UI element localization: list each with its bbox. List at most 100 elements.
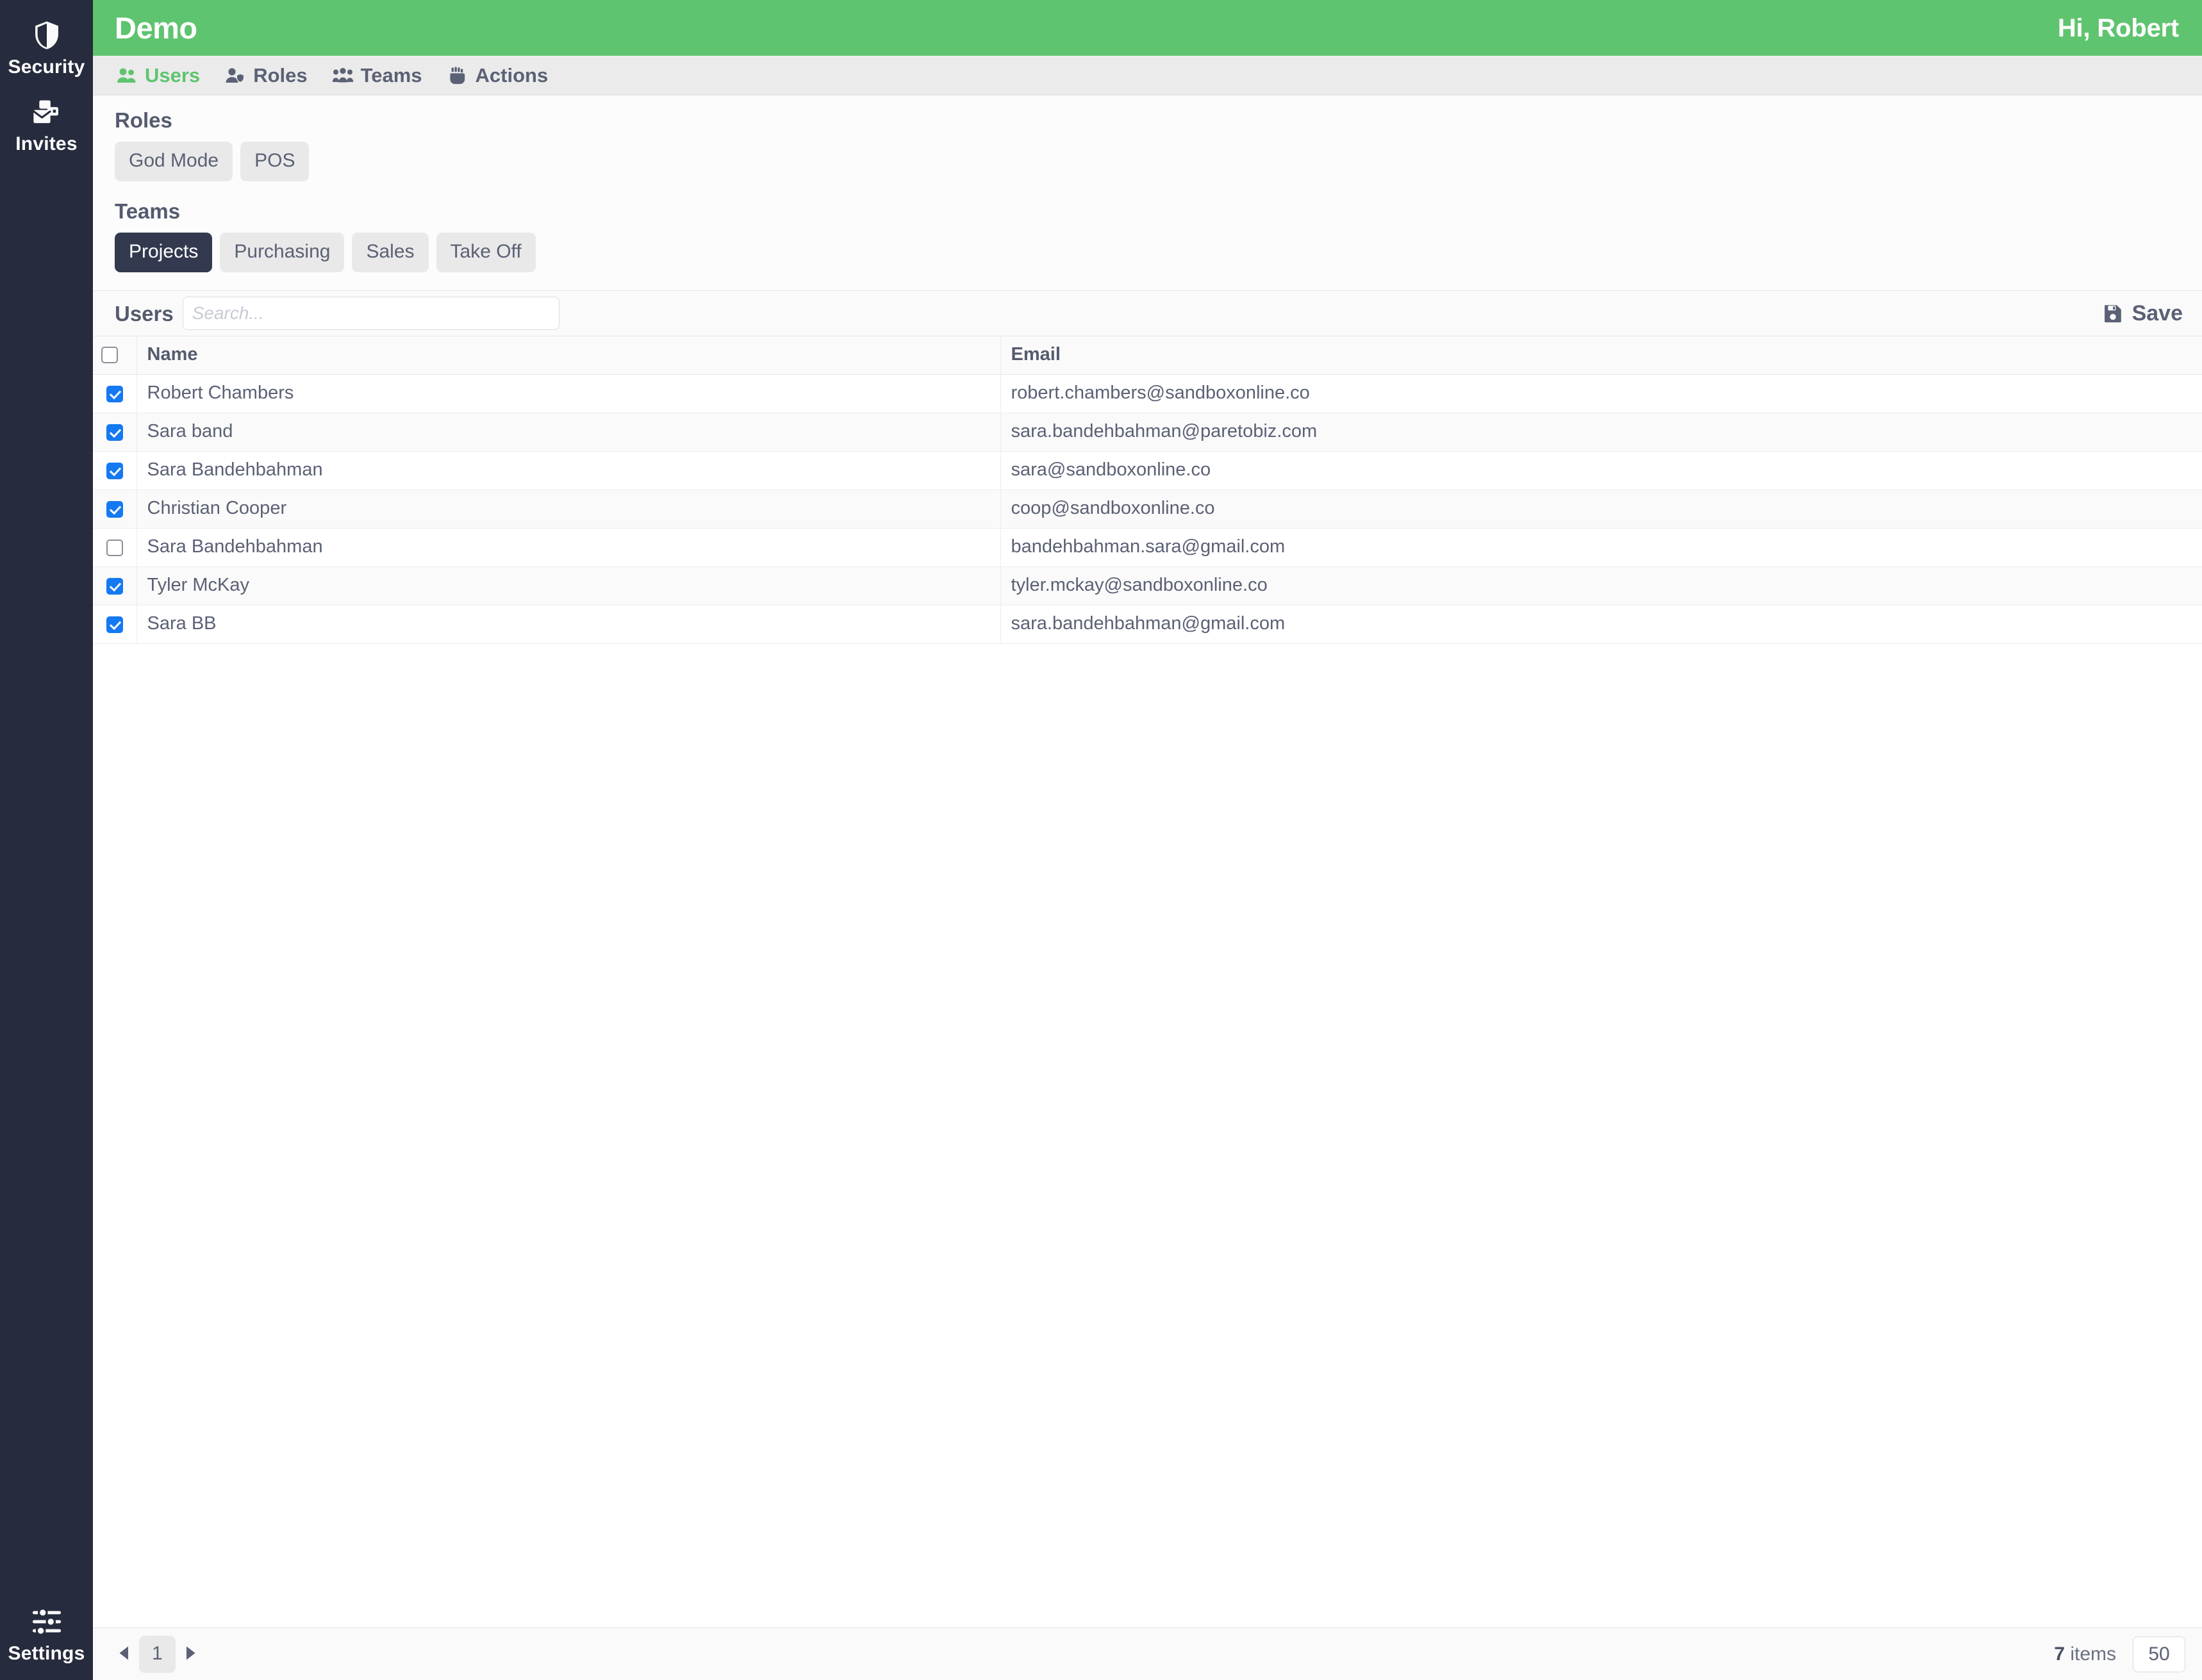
tab-roles[interactable]: Roles	[223, 63, 308, 88]
row-select-cell	[93, 451, 137, 490]
tab-actions[interactable]: Actions	[445, 63, 550, 88]
shield-icon	[29, 18, 64, 53]
table-body: Robert Chambers robert.chambers@sandboxon…	[93, 374, 2202, 644]
table-header-row: Name Email	[93, 336, 2202, 375]
role-chip-pos[interactable]: POS	[240, 142, 310, 181]
row-select-checkbox[interactable]	[106, 616, 123, 634]
table-row[interactable]: Sara band sara.bandehbahman@paretobiz.com	[93, 413, 2202, 452]
search-input[interactable]	[182, 297, 559, 330]
teams-heading: Teams	[115, 199, 181, 223]
filters-section: Roles God Mode POS Teams Projects Purcha…	[93, 95, 2202, 272]
cell-name: Sara Bandehbahman	[137, 451, 1001, 490]
column-header-email[interactable]: Email	[1000, 336, 2202, 375]
select-all-checkbox[interactable]	[101, 347, 118, 364]
rail-item-settings[interactable]: Settings	[0, 1595, 93, 1680]
users-toolbar: Users Save	[93, 290, 2202, 336]
sliders-icon	[29, 1604, 64, 1639]
row-select-checkbox[interactable]	[106, 424, 123, 441]
page-size-input[interactable]	[2133, 1636, 2185, 1672]
role-chip-god-mode[interactable]: God Mode	[115, 142, 233, 181]
select-all-cell	[93, 336, 137, 375]
rail-item-label: Invites	[15, 133, 78, 154]
cell-email: sara.bandehbahman@paretobiz.com	[1000, 413, 2202, 452]
cell-email: sara.bandehbahman@gmail.com	[1000, 605, 2202, 644]
roles-heading: Roles	[115, 108, 172, 132]
table-head: Name Email	[93, 336, 2202, 375]
row-select-cell	[93, 490, 137, 529]
tab-label: Users	[145, 64, 201, 86]
rail-item-label: Security	[8, 56, 85, 78]
row-select-cell	[93, 566, 137, 605]
content-body: Roles God Mode POS Teams Projects Purcha…	[93, 95, 2202, 1680]
left-rail: Security Invites Settings	[0, 0, 93, 1680]
floppy-disk-icon	[2102, 302, 2124, 324]
table-row[interactable]: Sara Bandehbahman sara@sandboxonline.co	[93, 451, 2202, 490]
roles-chip-row: God Mode POS	[115, 142, 2202, 181]
tab-label: Teams	[360, 64, 422, 86]
cell-email: robert.chambers@sandboxonline.co	[1000, 374, 2202, 413]
row-select-cell	[93, 605, 137, 644]
table-row[interactable]: Robert Chambers robert.chambers@sandboxon…	[93, 374, 2202, 413]
users-icon	[116, 66, 138, 85]
team-chip-projects[interactable]: Projects	[115, 233, 213, 272]
teams-chip-row: Projects Purchasing Sales Take Off	[115, 233, 2202, 272]
item-count: 7 items	[2054, 1643, 2116, 1665]
table-row[interactable]: Tyler McKay tyler.mckay@sandboxonline.co	[93, 566, 2202, 605]
row-select-cell	[93, 528, 137, 567]
page-number-button[interactable]: 1	[139, 1635, 176, 1673]
row-select-checkbox[interactable]	[106, 578, 123, 595]
cell-email: tyler.mckay@sandboxonline.co	[1000, 566, 2202, 605]
triangle-left-icon	[117, 1645, 131, 1663]
app-title: Demo	[115, 11, 197, 45]
envelope-cards-icon	[29, 95, 64, 129]
top-header: Demo Hi, Robert	[93, 0, 2202, 56]
row-select-checkbox[interactable]	[106, 386, 123, 403]
team-chip-take-off[interactable]: Take Off	[436, 233, 536, 272]
tab-label: Actions	[475, 64, 549, 86]
item-count-suffix: items	[2070, 1643, 2116, 1665]
tab-strip: Users Roles Teams Actions	[93, 56, 2202, 95]
row-select-checkbox[interactable]	[106, 463, 123, 480]
prev-page-button[interactable]	[110, 1640, 139, 1668]
users-table: Name Email Robert Chambers robert.chamber…	[93, 336, 2202, 644]
user-greeting[interactable]: Hi, Robert	[2058, 15, 2179, 41]
cell-name: Sara BB	[137, 605, 1001, 644]
row-select-cell	[93, 413, 137, 452]
rail-item-security[interactable]: Security	[0, 9, 93, 86]
triangle-right-icon	[183, 1645, 197, 1663]
tab-users[interactable]: Users	[115, 63, 201, 88]
people-group-icon	[332, 66, 354, 85]
users-section-label: Users	[115, 301, 174, 325]
pagination-bar: 1 7 items	[93, 1627, 2202, 1680]
cell-name: Tyler McKay	[137, 566, 1001, 605]
users-table-wrapper: Name Email Robert Chambers robert.chamber…	[93, 336, 2202, 1627]
main-column: Demo Hi, Robert Users Roles Teams Action…	[93, 0, 2202, 1680]
tab-teams[interactable]: Teams	[331, 63, 424, 88]
next-page-button[interactable]	[176, 1640, 205, 1668]
table-row[interactable]: Sara Bandehbahman bandehbahman.sara@gmail…	[93, 528, 2202, 567]
cell-name: Robert Chambers	[137, 374, 1001, 413]
team-chip-purchasing[interactable]: Purchasing	[220, 233, 345, 272]
column-header-name[interactable]: Name	[137, 336, 1001, 375]
app-root: Security Invites Settings Demo Hi, Rober…	[0, 0, 2202, 1680]
team-chip-sales[interactable]: Sales	[352, 233, 429, 272]
cell-name: Sara band	[137, 413, 1001, 452]
row-select-checkbox[interactable]	[106, 501, 123, 518]
save-button-label: Save	[2132, 301, 2183, 325]
user-shield-icon	[224, 66, 246, 85]
save-button[interactable]: Save	[2099, 299, 2185, 328]
cell-name: Christian Cooper	[137, 490, 1001, 529]
rail-item-invites[interactable]: Invites	[0, 86, 93, 163]
row-select-cell	[93, 374, 137, 413]
rail-item-label: Settings	[8, 1643, 85, 1664]
tab-label: Roles	[253, 64, 308, 86]
raised-fist-icon	[447, 66, 468, 85]
row-select-checkbox[interactable]	[106, 539, 123, 557]
table-row[interactable]: Christian Cooper coop@sandboxonline.co	[93, 490, 2202, 529]
cell-email: sara@sandboxonline.co	[1000, 451, 2202, 490]
item-count-value: 7	[2054, 1643, 2065, 1665]
table-row[interactable]: Sara BB sara.bandehbahman@gmail.com	[93, 605, 2202, 644]
cell-email: bandehbahman.sara@gmail.com	[1000, 528, 2202, 567]
cell-name: Sara Bandehbahman	[137, 528, 1001, 567]
cell-email: coop@sandboxonline.co	[1000, 490, 2202, 529]
